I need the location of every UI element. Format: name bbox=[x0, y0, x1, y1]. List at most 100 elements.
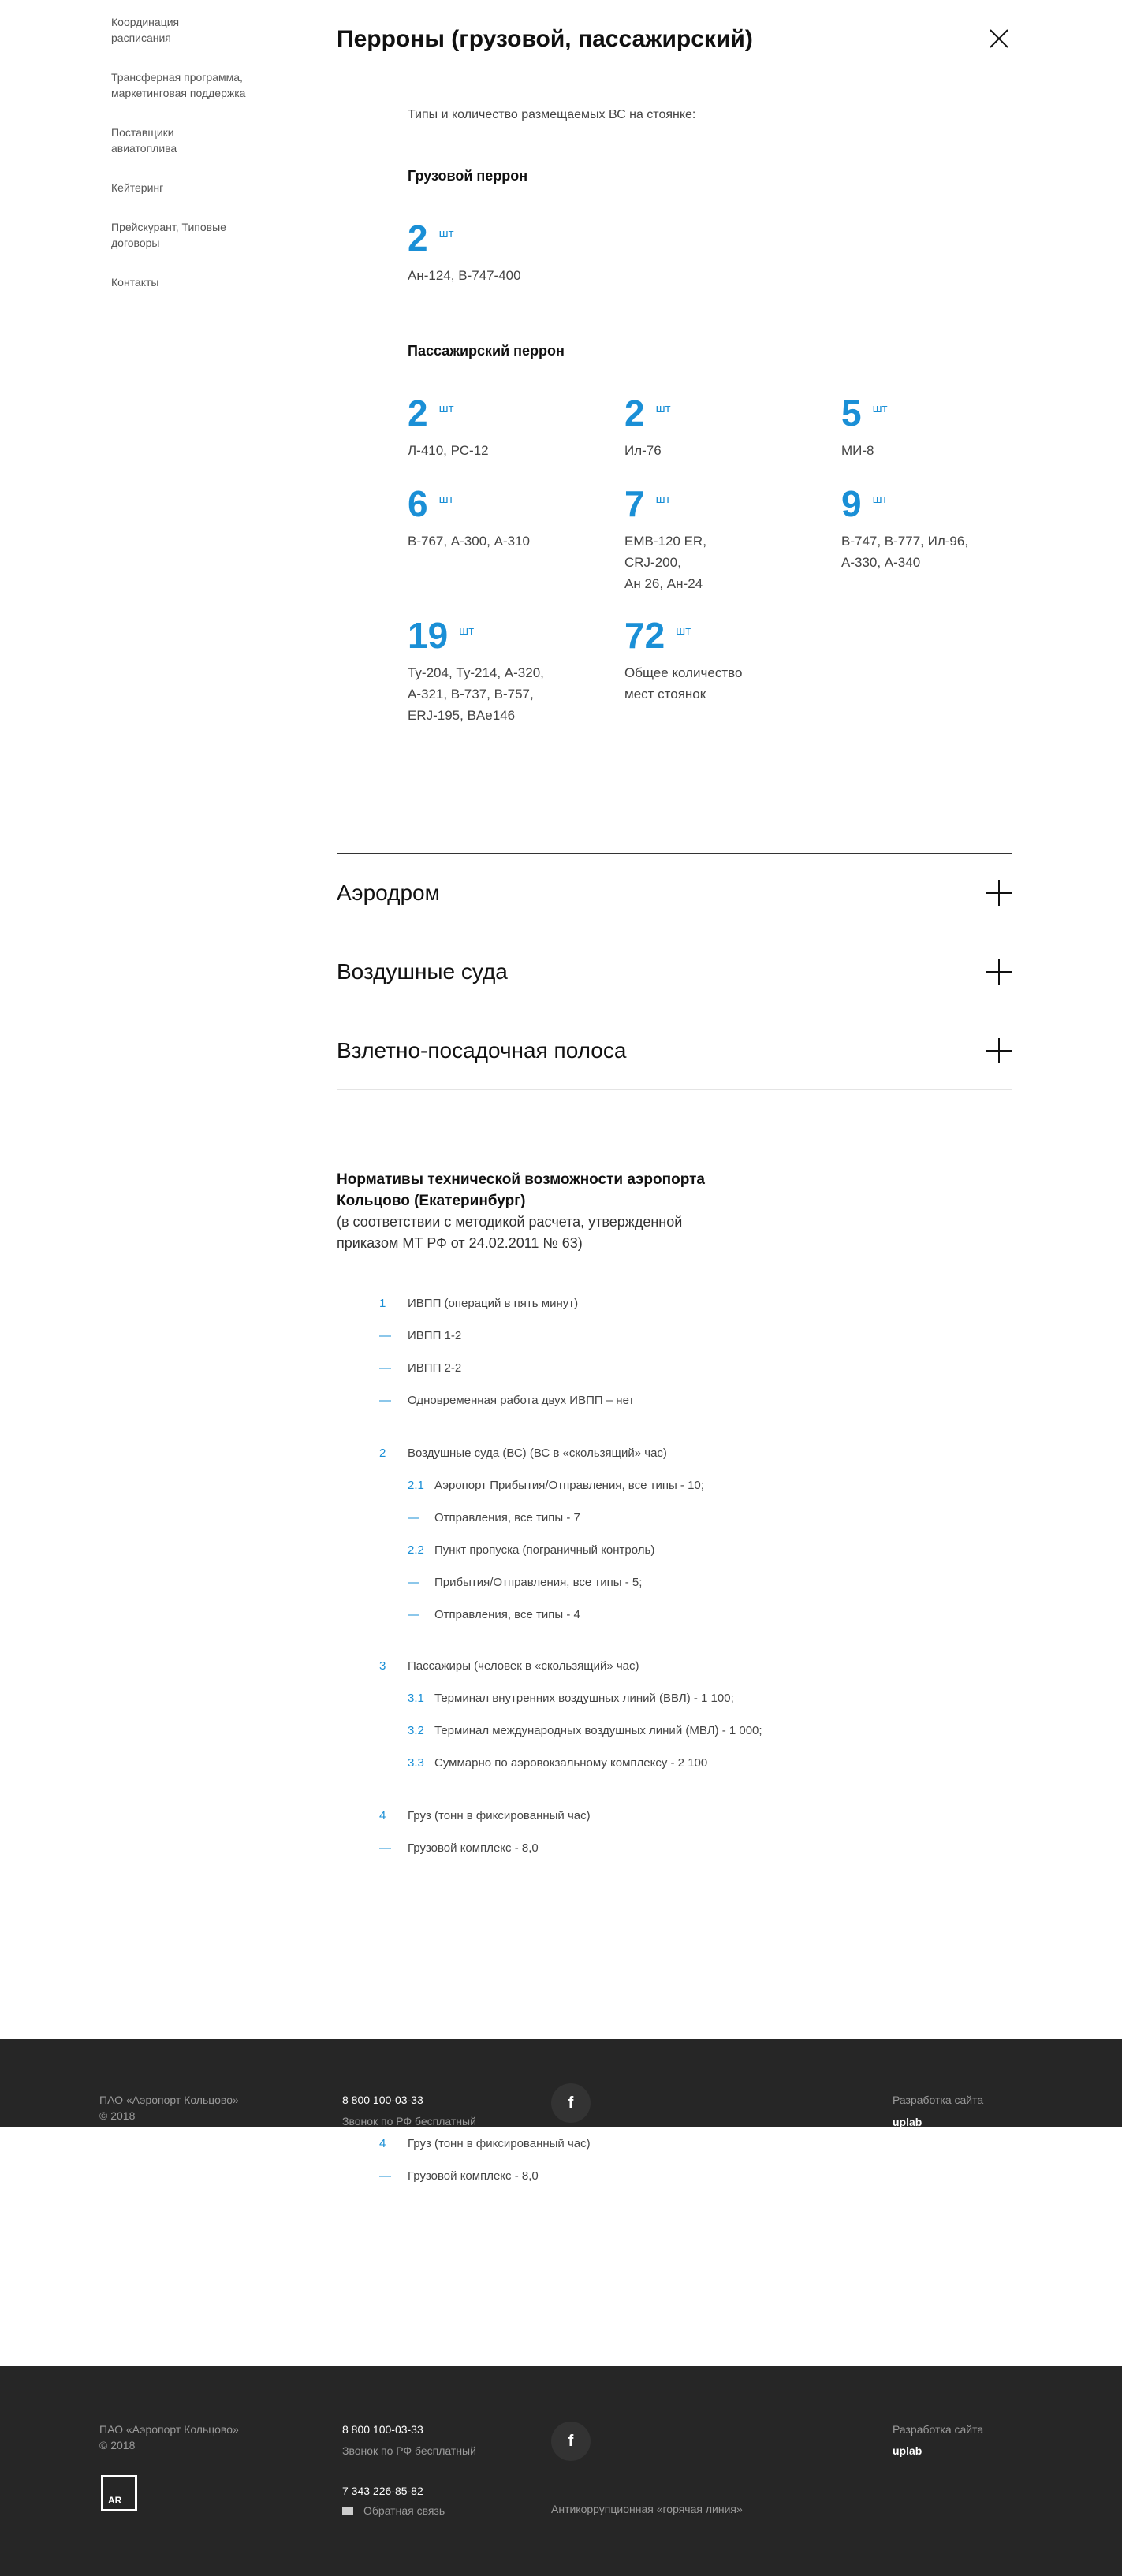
accordion-item-aerodrome[interactable]: Аэродром bbox=[337, 854, 1012, 932]
footer-phone[interactable]: 8 800 100-03-33 bbox=[342, 2422, 423, 2437]
footer-dev-label: Разработка сайта bbox=[893, 2094, 984, 2106]
list-item: ИВПП (операций в пять минут) bbox=[408, 1297, 579, 1310]
page-title: Перроны (грузовой, пассажирский) bbox=[337, 26, 753, 52]
stat-number: 2 bbox=[408, 393, 428, 434]
footer-dev-label: Разработка сайта bbox=[893, 2423, 984, 2436]
stat-description: Общее количество мест стоянок bbox=[624, 665, 743, 702]
footer-year: © 2018 bbox=[99, 2109, 136, 2122]
stat-unit: шт bbox=[438, 227, 454, 240]
list-marker: 4 bbox=[379, 1809, 386, 1822]
norms-title: Нормативы технической возможности аэропо… bbox=[337, 1171, 705, 1209]
close-icon bbox=[990, 29, 1008, 48]
accordion-label: Аэродром bbox=[337, 880, 440, 905]
list-item: Пункт пропуска (пограничный контроль) bbox=[434, 1543, 655, 1557]
list-item: Груз (тонн в фиксированный час) bbox=[408, 1809, 591, 1822]
facebook-button[interactable]: f bbox=[551, 2083, 591, 2123]
list-marker: 2.2 bbox=[408, 1543, 424, 1557]
sidebar-item-contacts[interactable]: Контакты bbox=[111, 274, 269, 290]
passenger-total-stat: 72 шт Общее количество мест стоянок bbox=[624, 613, 829, 705]
stat-number: 2 bbox=[624, 393, 645, 434]
list-item: Грузовой комплекс - 8,0 bbox=[408, 1841, 539, 1855]
list-item: Отправления, все типы - 7 bbox=[434, 1511, 580, 1524]
anticorruption-link[interactable]: Антикоррупционная «горячая линия» bbox=[551, 2501, 743, 2517]
cargo-stat: 2 шт Ан-124, В-747-400 bbox=[408, 216, 613, 286]
facebook-icon: f bbox=[568, 2433, 574, 2450]
list-marker: — bbox=[379, 1329, 391, 1342]
norms-subtitle: (в соответствии с методикой расчета, утв… bbox=[337, 1214, 683, 1251]
list-marker: — bbox=[408, 1608, 419, 1621]
list-item: Одновременная работа двух ИВПП – нет bbox=[408, 1394, 635, 1407]
stat-number: 72 bbox=[624, 615, 665, 656]
list-marker: — bbox=[379, 1841, 391, 1855]
footer-phone2[interactable]: 7 343 226-85-82 bbox=[342, 2483, 423, 2499]
stat-description: В-767, А-300, А-310 bbox=[408, 534, 530, 549]
list-item: Воздушные суда (ВС) (ВС в «скользящий» ч… bbox=[408, 1446, 667, 1460]
footer-dev-link[interactable]: uplab bbox=[893, 2114, 922, 2127]
list-item: Прибытия/Отправления, все типы - 5; bbox=[434, 1576, 643, 1589]
stat-unit: шт bbox=[655, 402, 671, 415]
passenger-stat: 2 шт Л-410, РС-12 bbox=[408, 391, 613, 461]
stat-unit: шт bbox=[676, 624, 691, 638]
stat-description: МИ-8 bbox=[841, 443, 874, 458]
sidebar-item-catering[interactable]: Кейтеринг bbox=[111, 180, 269, 195]
accordion-item-aircraft[interactable]: Воздушные суда bbox=[337, 932, 1012, 1011]
footer-company: ПАО «Аэропорт Кольцово» bbox=[99, 2094, 239, 2106]
passenger-stat: 7 шт EMB-120 ER, CRJ-200, Ан 26, Ан-24 bbox=[624, 482, 829, 594]
stat-number: 5 bbox=[841, 393, 862, 434]
list-marker: — bbox=[379, 2169, 391, 2183]
list-marker: 2.1 bbox=[408, 1479, 424, 1492]
stat-unit: шт bbox=[459, 624, 475, 638]
footer: ПАО «Аэропорт Кольцово» © 2018 AR 8 800 … bbox=[0, 2366, 1122, 2576]
list-item: ИВПП 1-2 bbox=[408, 1329, 462, 1342]
logo-text: AR bbox=[108, 2495, 122, 2506]
list-marker: — bbox=[408, 1511, 419, 1524]
list-item: Терминал международных воздушных линий (… bbox=[434, 1724, 762, 1737]
footer-phone-note: Звонок по РФ бесплатный bbox=[342, 2115, 476, 2127]
stat-number: 7 bbox=[624, 483, 645, 524]
sidebar-item-fuel[interactable]: Поставщики авиатоплива bbox=[111, 125, 198, 156]
footer-year: © 2018 bbox=[99, 2439, 136, 2451]
footer-company: ПАО «Аэропорт Кольцово» bbox=[99, 2423, 239, 2436]
sidebar-item-schedule[interactable]: Координация расписания bbox=[111, 14, 214, 46]
stat-number: 6 bbox=[408, 483, 428, 524]
plus-icon bbox=[986, 880, 1012, 906]
accordion-item-runway[interactable]: Взлетно-посадочная полоса bbox=[337, 1011, 1012, 1090]
stat-description: EMB-120 ER, CRJ-200, Ан 26, Ан-24 bbox=[624, 534, 706, 591]
list-marker: 4 bbox=[379, 2137, 386, 2150]
list-item: Грузовой комплекс - 8,0 bbox=[408, 2169, 539, 2183]
list-item: Аэропорт Прибытия/Отправления, все типы … bbox=[434, 1479, 704, 1492]
stat-number: 9 bbox=[841, 483, 862, 524]
plus-icon bbox=[986, 1038, 1012, 1063]
stat-description: Ан-124, В-747-400 bbox=[408, 268, 521, 283]
list-marker: 2 bbox=[379, 1446, 386, 1460]
cargo-apron-title: Грузовой перрон bbox=[408, 168, 528, 184]
passenger-stat: 9 шт В-747, В-777, Ил-96, А-330, А-340 bbox=[841, 482, 1046, 573]
stat-unit: шт bbox=[655, 493, 671, 506]
mail-icon bbox=[342, 2507, 353, 2515]
stat-number: 19 bbox=[408, 615, 449, 656]
list-marker: 3 bbox=[379, 1659, 386, 1673]
accordion-label: Взлетно-посадочная полоса bbox=[337, 1038, 627, 1063]
passenger-stat: 5 шт МИ-8 bbox=[841, 391, 1046, 461]
list-marker: 3.2 bbox=[408, 1724, 424, 1737]
feedback-link[interactable]: Обратная связь bbox=[363, 2503, 445, 2518]
stat-unit: шт bbox=[872, 402, 888, 415]
list-marker: 3.1 bbox=[408, 1692, 424, 1705]
stat-description: Л-410, РС-12 bbox=[408, 443, 489, 458]
footer-phone[interactable]: 8 800 100-03-33 bbox=[342, 2092, 423, 2108]
list-item: Суммарно по аэровокзальному комплексу - … bbox=[434, 1756, 708, 1770]
list-item: Пассажиры (человек в «скользящий» час) bbox=[408, 1659, 639, 1673]
footer-dev-link[interactable]: uplab bbox=[893, 2443, 922, 2459]
plus-icon bbox=[986, 959, 1012, 985]
sidebar-item-pricelist[interactable]: Прейскурант, Типовые договоры bbox=[111, 219, 253, 251]
airport-logo[interactable]: AR bbox=[101, 2475, 137, 2511]
stat-unit: шт bbox=[872, 493, 888, 506]
facebook-icon: f bbox=[568, 2094, 574, 2112]
footer-phone-note: Звонок по РФ бесплатный bbox=[342, 2444, 476, 2457]
close-button[interactable] bbox=[986, 25, 1012, 52]
facebook-button[interactable]: f bbox=[551, 2422, 591, 2461]
stat-unit: шт bbox=[438, 493, 454, 506]
sidebar-item-transfer[interactable]: Трансферная программа, маркетинговая под… bbox=[111, 69, 261, 101]
list-marker: — bbox=[379, 1361, 391, 1375]
passenger-stat: 6 шт В-767, А-300, А-310 bbox=[408, 482, 613, 552]
